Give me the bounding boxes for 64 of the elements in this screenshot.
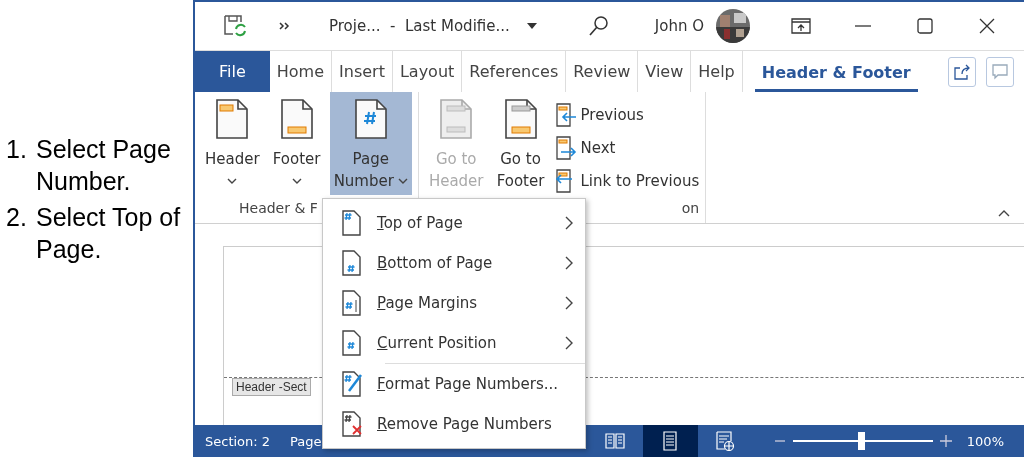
ribbon-small-button[interactable]: Link to Previous: [553, 167, 700, 195]
menu-item[interactable]: Current Position: [323, 323, 585, 363]
comment-icon: [992, 63, 1008, 80]
chevron-right-icon: [565, 336, 573, 350]
document-title[interactable]: Proje... - Last Modifie...: [329, 17, 510, 35]
caret-icon: [291, 178, 302, 185]
section-indicator: Section: 2: [205, 433, 271, 449]
menu-item[interactable]: Top of Page: [323, 203, 585, 243]
dropdown-icon[interactable]: [525, 22, 538, 30]
page-top-number-icon: [341, 210, 363, 236]
menu-item[interactable]: Page Margins: [323, 283, 585, 323]
ribbon-tab[interactable]: File: [195, 51, 270, 92]
step-number: 1.: [6, 134, 28, 165]
ribbon-small-button[interactable]: Next: [553, 134, 700, 162]
page-indicator: Page: [290, 433, 322, 449]
next-section-icon: [553, 136, 578, 160]
web-page-icon: [715, 431, 736, 451]
group-label: Header & F: [239, 199, 318, 218]
section-tag: Header -Sect: [232, 378, 311, 396]
book-icon: [605, 431, 626, 451]
maximize-icon[interactable]: [917, 18, 933, 34]
ribbon-display-icon[interactable]: [791, 18, 811, 34]
autosave-icon[interactable]: [223, 14, 247, 38]
share-icon: [954, 63, 970, 80]
ribbon-button[interactable]: Header: [201, 92, 264, 195]
step-number: 2.: [6, 202, 28, 233]
ribbon-tab[interactable]: Header & Footer: [754, 57, 918, 92]
page-icon: [215, 98, 250, 140]
minimize-icon[interactable]: [855, 24, 871, 28]
zoom-level[interactable]: 100%: [966, 433, 1004, 449]
page-bottom-number-icon: [341, 250, 363, 276]
page-remove-icon: [341, 411, 363, 437]
ribbon-button[interactable]: Footer: [265, 92, 328, 195]
close-icon[interactable]: [979, 18, 995, 34]
search-icon[interactable]: [587, 15, 610, 37]
page-icon: [503, 98, 538, 140]
ribbon-small-button[interactable]: Previous: [553, 101, 700, 129]
caret-icon: [227, 178, 238, 185]
menu-item[interactable]: Bottom of Page: [323, 243, 585, 283]
page-icon: [439, 98, 474, 140]
view-button[interactable]: [642, 425, 698, 457]
previous-section-icon: [553, 103, 578, 127]
collapse-ribbon-icon[interactable]: [998, 209, 1010, 217]
zoom-in-icon[interactable]: [938, 434, 953, 448]
ribbon-button[interactable]: Go to Footer: [489, 92, 552, 195]
page-number-icon: [341, 330, 363, 356]
ribbon-button[interactable]: Page Number: [329, 92, 412, 195]
chevron-right-icon: [565, 216, 573, 230]
chevron-right-icon: [565, 256, 573, 270]
more-icon[interactable]: [279, 21, 291, 31]
instruction-text: Select Page Number.: [36, 134, 172, 197]
chevron-right-icon: [565, 296, 573, 310]
group-label: on: [681, 199, 700, 218]
caret-icon: [397, 177, 408, 185]
page-icon: [279, 98, 314, 140]
page-margin-number-icon: [341, 290, 363, 316]
user-name[interactable]: John O: [654, 17, 704, 35]
instruction-text: Select Top of Page.: [36, 202, 182, 265]
page-pen-icon: [341, 371, 363, 397]
share-button[interactable]: [948, 56, 976, 87]
menu-item[interactable]: Format Page Numbers...: [323, 364, 585, 404]
page-hash-icon: [353, 98, 388, 140]
slider-thumb[interactable]: [858, 432, 866, 450]
menu-item[interactable]: Remove Page Numbers: [323, 404, 585, 444]
